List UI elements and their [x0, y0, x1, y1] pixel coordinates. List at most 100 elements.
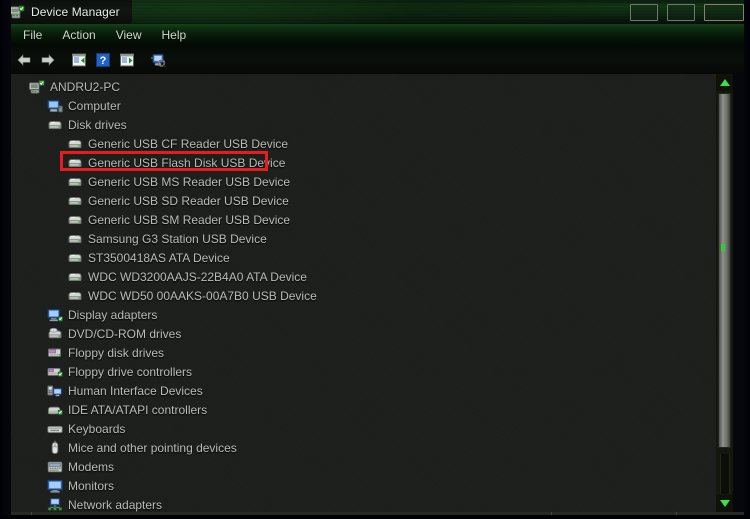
window-title: Device Manager	[31, 5, 120, 19]
question-mark-icon: ?	[95, 52, 111, 68]
tree-item-label: Generic USB SM Reader USB Device	[88, 212, 291, 227]
tree-item[interactable]: Generic USB CF Reader USB Device	[11, 134, 711, 153]
forward-button[interactable]	[37, 49, 59, 71]
floppy-disk-icon	[47, 345, 63, 361]
tree-item[interactable]: Keyboards	[11, 419, 711, 438]
floppy-controller-icon	[47, 364, 63, 380]
disk-drive-icon	[67, 136, 83, 152]
keyboard-icon	[47, 421, 63, 437]
tree-item[interactable]: Monitors	[11, 476, 711, 495]
tree-item-label: WDC WD3200AAJS-22B4A0 ATA Device	[88, 269, 307, 284]
disk-drive-icon	[67, 269, 83, 285]
tree-item[interactable]: IDE ATA/ATAPI controllers	[11, 400, 711, 419]
display-adapter-icon	[47, 307, 63, 323]
tree-item[interactable]: ST3500418AS ATA Device	[11, 248, 711, 267]
console-tree-icon	[71, 52, 87, 68]
scroll-thumb-marker	[721, 244, 725, 251]
disk-drive-icon	[67, 231, 83, 247]
tree-item-label: Generic USB SD Reader USB Device	[88, 193, 289, 208]
tree-item[interactable]: Generic USB SM Reader USB Device	[11, 210, 711, 229]
svg-text:?: ?	[100, 55, 107, 67]
tree-item-label: Floppy disk drives	[68, 345, 165, 360]
properties-icon	[119, 52, 135, 68]
tree-item[interactable]: Floppy disk drives	[11, 343, 711, 362]
tree-item[interactable]: Computer	[11, 96, 711, 115]
tree-item-label: Samsung G3 Station USB Device	[88, 231, 267, 246]
scroll-track-lower[interactable]	[720, 454, 730, 494]
network-adapter-icon	[47, 497, 63, 513]
toolbar: ?	[0, 46, 750, 74]
menu-item-action[interactable]: Action	[53, 26, 104, 44]
tree-item[interactable]: WDC WD50 00AAKS-00A7B0 USB Device	[11, 286, 711, 305]
scroll-down-arrow-icon	[719, 500, 730, 507]
tree-item[interactable]: Disk drives	[11, 115, 711, 134]
tree-item[interactable]: Modems	[11, 457, 711, 476]
device-tree-pane[interactable]: ANDRU2-PC Computer Disk drives Generic U…	[11, 74, 733, 512]
tree-item-label: Modems	[68, 459, 115, 474]
tree-item-label: Floppy drive controllers	[68, 364, 193, 379]
tree-item-label: Mice and other pointing devices	[68, 440, 237, 455]
window-frame-bottom	[0, 515, 750, 519]
back-button[interactable]	[13, 49, 35, 71]
tree-item[interactable]: WDC WD3200AAJS-22B4A0 ATA Device	[11, 267, 711, 286]
close-button[interactable]	[704, 4, 744, 21]
tree-item[interactable]: Generic USB Flash Disk USB Device	[11, 153, 711, 172]
tree-item-label: Generic USB CF Reader USB Device	[88, 136, 289, 151]
disk-drive-icon	[67, 155, 83, 171]
maximize-button[interactable]	[667, 4, 695, 21]
tree-item[interactable]: Display adapters	[11, 305, 711, 324]
window-controls	[630, 4, 744, 21]
tree-item-label: ST3500418AS ATA Device	[88, 250, 230, 265]
title-bar-label-group: Device Manager	[0, 0, 132, 24]
tree-item-label: Generic USB MS Reader USB Device	[88, 174, 291, 189]
scroll-down-button[interactable]	[716, 495, 733, 512]
tree-item[interactable]: Network adapters	[11, 495, 711, 512]
ide-controller-icon	[47, 402, 63, 418]
tree-item[interactable]: Generic USB SD Reader USB Device	[11, 191, 711, 210]
tree-item-label: WDC WD50 00AAKS-00A7B0 USB Device	[88, 288, 317, 303]
tree-item[interactable]: Floppy drive controllers	[11, 362, 711, 381]
tree-item-label: Human Interface Devices	[68, 383, 203, 398]
tree-item-label: Keyboards	[68, 421, 126, 436]
scroll-up-button[interactable]	[716, 74, 733, 91]
disk-drive-icon	[67, 174, 83, 190]
modem-icon	[47, 459, 63, 475]
properties-button[interactable]	[116, 49, 138, 71]
tree-item-label: ANDRU2-PC	[50, 79, 121, 94]
scan-for-hardware-changes-button[interactable]	[147, 49, 169, 71]
monitor-icon	[47, 478, 63, 494]
hid-icon	[47, 383, 63, 399]
window-frame-left	[0, 0, 11, 519]
device-manager-window: Device Manager File Action View Help ? A…	[0, 0, 750, 519]
menu-item-file[interactable]: File	[14, 26, 51, 44]
menu-item-view[interactable]: View	[107, 26, 151, 44]
tree-item[interactable]: ANDRU2-PC	[11, 77, 711, 96]
tree-item[interactable]: Human Interface Devices	[11, 381, 711, 400]
tree-item-label: Computer	[68, 98, 121, 113]
show-hide-console-tree-button[interactable]	[68, 49, 90, 71]
mouse-icon	[47, 440, 63, 456]
disk-drive-icon	[67, 212, 83, 228]
device-manager-icon	[9, 4, 25, 20]
tree-item[interactable]: Samsung G3 Station USB Device	[11, 229, 711, 248]
minimize-button[interactable]	[630, 4, 658, 21]
disk-drive-icon	[47, 117, 63, 133]
tree-item[interactable]: Generic USB MS Reader USB Device	[11, 172, 711, 191]
disk-drive-icon	[67, 250, 83, 266]
window-frame-right	[744, 0, 750, 519]
tree-item-label: Network adapters	[68, 497, 163, 512]
disk-drive-icon	[67, 193, 83, 209]
help-button[interactable]: ?	[92, 49, 114, 71]
tree-item-label: IDE ATA/ATAPI controllers	[68, 402, 208, 417]
computer-root-icon	[29, 79, 45, 95]
vertical-scrollbar[interactable]	[716, 74, 733, 512]
dvd-drive-icon	[47, 326, 63, 342]
menu-item-help[interactable]: Help	[153, 26, 196, 44]
scroll-thumb[interactable]	[718, 93, 731, 448]
scan-hardware-icon	[150, 52, 166, 68]
title-bar: Device Manager	[0, 0, 750, 24]
computer-icon	[47, 98, 63, 114]
tree-item[interactable]: DVD/CD-ROM drives	[11, 324, 711, 343]
tree-item[interactable]: Mice and other pointing devices	[11, 438, 711, 457]
disk-drive-icon	[67, 288, 83, 304]
